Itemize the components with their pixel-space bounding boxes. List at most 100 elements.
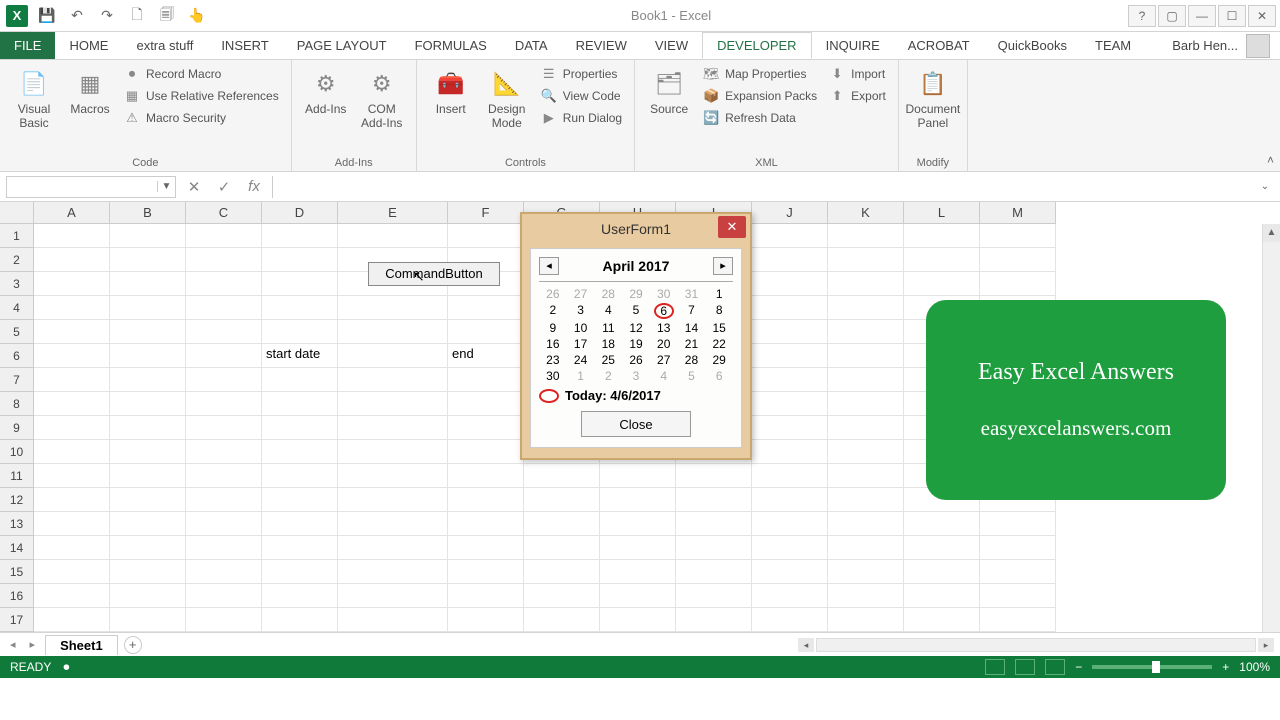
tab-team[interactable]: TEAM xyxy=(1081,32,1145,59)
redo-icon[interactable]: ↷ xyxy=(96,5,118,27)
cell[interactable] xyxy=(34,512,110,536)
cell[interactable] xyxy=(752,608,828,632)
record-macro-button[interactable]: ⏺Record Macro xyxy=(120,64,283,84)
cell[interactable] xyxy=(828,416,904,440)
cell[interactable] xyxy=(448,512,524,536)
calendar-day[interactable]: 8 xyxy=(705,302,733,320)
cell[interactable] xyxy=(186,368,262,392)
row-header[interactable]: 9 xyxy=(0,416,34,440)
col-header[interactable]: F xyxy=(448,202,524,224)
cell[interactable] xyxy=(262,392,338,416)
calendar-day[interactable]: 2 xyxy=(539,302,567,320)
calendar-day[interactable]: 25 xyxy=(594,352,622,368)
page-break-button[interactable] xyxy=(1045,659,1065,675)
tab-file[interactable]: FILE xyxy=(0,32,55,59)
calendar-day[interactable]: 16 xyxy=(539,336,567,352)
macros-button[interactable]: ▦Macros xyxy=(64,64,116,155)
map-properties-button[interactable]: 🗺Map Properties xyxy=(699,64,821,84)
cell[interactable] xyxy=(338,536,448,560)
cell[interactable] xyxy=(262,248,338,272)
use-relative-button[interactable]: ▦Use Relative References xyxy=(120,86,283,106)
col-header[interactable]: E xyxy=(338,202,448,224)
cell[interactable] xyxy=(110,248,186,272)
cell[interactable] xyxy=(262,608,338,632)
cell[interactable] xyxy=(752,512,828,536)
cell[interactable] xyxy=(524,512,600,536)
calendar-day[interactable]: 5 xyxy=(678,368,706,384)
cell[interactable] xyxy=(980,248,1056,272)
cell[interactable] xyxy=(186,320,262,344)
add-sheet-button[interactable]: + xyxy=(124,636,142,654)
normal-view-button[interactable] xyxy=(985,659,1005,675)
cell[interactable] xyxy=(448,488,524,512)
cell[interactable] xyxy=(828,608,904,632)
cell[interactable] xyxy=(448,416,524,440)
cell[interactable] xyxy=(34,416,110,440)
cell[interactable] xyxy=(338,368,448,392)
tab-home[interactable]: HOME xyxy=(55,32,122,59)
tab-data[interactable]: DATA xyxy=(501,32,562,59)
calendar-day[interactable]: 26 xyxy=(622,352,650,368)
cell[interactable] xyxy=(338,488,448,512)
scroll-right-icon[interactable]: ▸ xyxy=(1258,638,1274,652)
name-box[interactable]: ▼ xyxy=(6,176,176,198)
row-header[interactable]: 17 xyxy=(0,608,34,632)
row-header[interactable]: 13 xyxy=(0,512,34,536)
export-button[interactable]: ⬆Export xyxy=(825,86,890,106)
cell[interactable] xyxy=(676,464,752,488)
cell[interactable] xyxy=(980,224,1056,248)
scroll-up-icon[interactable]: ▲ xyxy=(1263,224,1280,242)
tab-view[interactable]: VIEW xyxy=(641,32,702,59)
cell[interactable] xyxy=(600,560,676,584)
cell[interactable] xyxy=(186,248,262,272)
cell[interactable] xyxy=(338,344,448,368)
cell[interactable] xyxy=(828,320,904,344)
cell[interactable] xyxy=(338,584,448,608)
cell[interactable] xyxy=(110,416,186,440)
view-code-button[interactable]: 🔍View Code xyxy=(537,86,626,106)
cell[interactable] xyxy=(34,224,110,248)
cell[interactable] xyxy=(186,416,262,440)
row-header[interactable]: 7 xyxy=(0,368,34,392)
cell[interactable] xyxy=(752,296,828,320)
import-button[interactable]: ⬇Import xyxy=(825,64,890,84)
cell[interactable] xyxy=(828,296,904,320)
cell[interactable] xyxy=(110,344,186,368)
cell[interactable] xyxy=(980,560,1056,584)
cell[interactable] xyxy=(338,224,448,248)
calendar-day[interactable]: 27 xyxy=(567,286,595,302)
row-header[interactable]: 5 xyxy=(0,320,34,344)
cell[interactable] xyxy=(448,560,524,584)
cell[interactable] xyxy=(34,368,110,392)
cell[interactable] xyxy=(980,608,1056,632)
cell[interactable] xyxy=(828,536,904,560)
cell[interactable] xyxy=(186,488,262,512)
cell[interactable] xyxy=(676,560,752,584)
cell[interactable] xyxy=(262,512,338,536)
cell[interactable] xyxy=(752,320,828,344)
cell[interactable] xyxy=(904,248,980,272)
row-header[interactable]: 10 xyxy=(0,440,34,464)
cell[interactable] xyxy=(110,536,186,560)
cell[interactable] xyxy=(338,296,448,320)
zoom-slider[interactable] xyxy=(1092,665,1212,669)
calendar-day[interactable]: 26 xyxy=(539,286,567,302)
maximize-button[interactable]: ☐ xyxy=(1218,5,1246,27)
cell[interactable] xyxy=(752,440,828,464)
cell[interactable] xyxy=(828,392,904,416)
page-layout-button[interactable] xyxy=(1015,659,1035,675)
scroll-left-icon[interactable]: ◂ xyxy=(798,638,814,652)
com-addins-button[interactable]: ⚙COM Add-Ins xyxy=(356,64,408,155)
enter-button[interactable]: ✓ xyxy=(212,176,236,198)
user-area[interactable]: Barb Hen... xyxy=(1162,32,1280,59)
cell[interactable] xyxy=(980,584,1056,608)
horizontal-scrollbar[interactable]: ◂ ▸ xyxy=(798,638,1274,652)
cell[interactable] xyxy=(110,440,186,464)
calendar-day[interactable]: 21 xyxy=(678,336,706,352)
calendar-day[interactable]: 1 xyxy=(705,286,733,302)
row-header[interactable]: 1 xyxy=(0,224,34,248)
vertical-scrollbar[interactable]: ▲ xyxy=(1262,224,1280,632)
col-header[interactable]: J xyxy=(752,202,828,224)
col-header[interactable]: B xyxy=(110,202,186,224)
cell[interactable] xyxy=(262,416,338,440)
